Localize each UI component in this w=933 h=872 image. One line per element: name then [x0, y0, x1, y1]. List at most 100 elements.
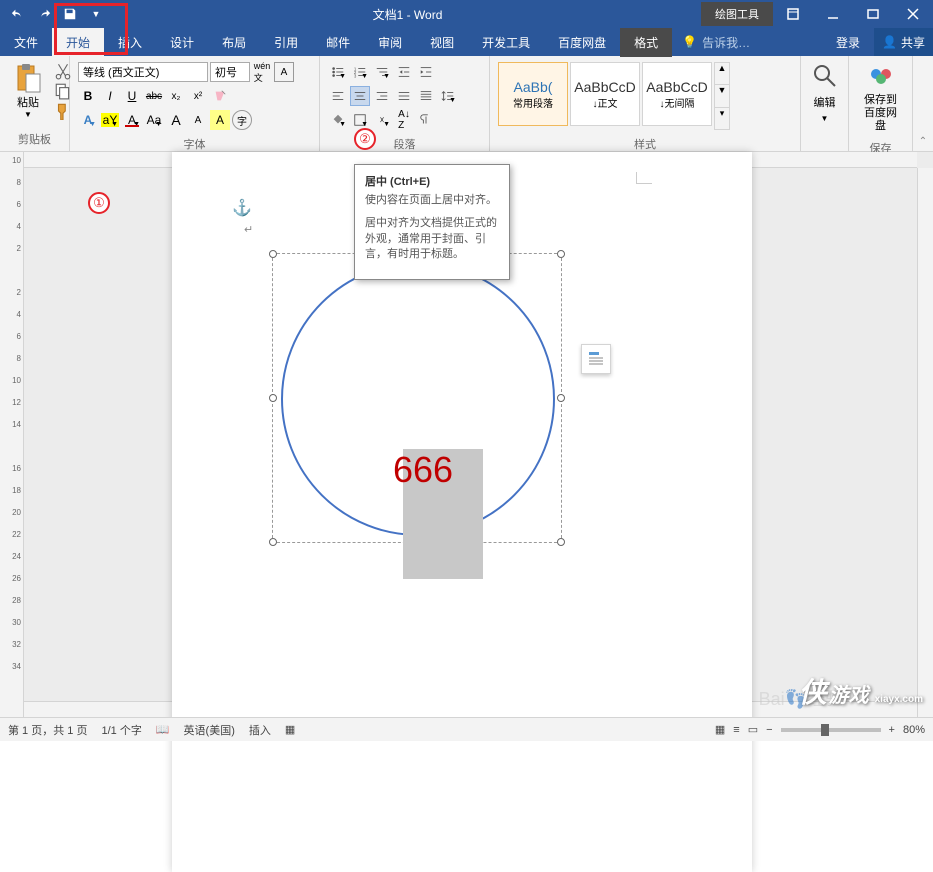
superscript-button[interactable]: x² [188, 86, 208, 106]
layout-options-icon [587, 350, 605, 368]
subscript-button[interactable]: x₂ [166, 86, 186, 106]
zoom-in-button[interactable]: + [889, 724, 895, 736]
shrink-font-button[interactable]: A [188, 110, 208, 130]
increase-indent-button[interactable] [416, 62, 436, 82]
resize-handle-e[interactable] [557, 394, 565, 402]
change-case-button[interactable]: A [210, 110, 230, 130]
layout-options-button[interactable] [581, 344, 611, 374]
view-read-button[interactable]: ▦ [715, 723, 725, 736]
tab-developer[interactable]: 开发工具 [468, 28, 544, 57]
grow-font-button[interactable]: A [166, 110, 186, 130]
asian-layout-button[interactable]: ☓▼ [372, 110, 392, 130]
borders-button[interactable]: ▼ [350, 110, 370, 130]
status-page[interactable]: 第 1 页，共 1 页 [8, 722, 87, 738]
tab-baidu[interactable]: 百度网盘 [544, 28, 620, 57]
font-size-select[interactable] [210, 62, 250, 82]
tab-insert[interactable]: 插入 [104, 28, 156, 57]
align-center-button[interactable] [350, 86, 370, 106]
view-web-button[interactable]: ▭ [748, 723, 758, 736]
resize-handle-ne[interactable] [557, 250, 565, 258]
tab-file[interactable]: 文件 [0, 28, 52, 57]
resize-handle-sw[interactable] [269, 538, 277, 546]
style-expand[interactable]: ▾ [715, 107, 729, 129]
underline-button[interactable]: U [122, 86, 142, 106]
strikethrough-button[interactable]: abc [144, 86, 164, 106]
bullets-button[interactable]: ▼ [328, 62, 348, 82]
shape-selection[interactable]: 666 [272, 253, 562, 543]
style-item-nospacing[interactable]: AaBbCcD ↓无间隔 [642, 62, 712, 126]
font-color-button[interactable]: A▼ [122, 110, 142, 130]
tab-layout[interactable]: 布局 [208, 28, 260, 57]
status-spellcheck-icon[interactable]: 📖 [156, 723, 170, 736]
find-button[interactable]: 编辑 ▼ [803, 58, 847, 127]
save-baidu-button[interactable]: 保存到 百度网盘 [853, 58, 908, 138]
zoom-slider[interactable] [781, 728, 881, 732]
status-language[interactable]: 英语(美国) [184, 722, 235, 738]
style-item-body[interactable]: AaBbCcD ↓正文 [570, 62, 640, 126]
style-scroll-up[interactable]: ▲ [715, 63, 729, 84]
tab-format[interactable]: 格式 [620, 28, 672, 57]
undo-button[interactable] [6, 2, 30, 26]
char-border-button[interactable]: A [274, 62, 294, 82]
tab-view[interactable]: 视图 [416, 28, 468, 57]
share-button[interactable]: 👤共享 [874, 28, 933, 56]
multilevel-list-button[interactable]: ▼ [372, 62, 392, 82]
paragraph-group: ▼ 123▼ ▼ ▼ ▼ ▼ ☓▼ A↓Z 段落 [320, 56, 490, 151]
login-button[interactable]: 登录 [822, 28, 874, 57]
tab-mailings[interactable]: 邮件 [312, 28, 364, 57]
clear-formatting-button[interactable] [210, 86, 230, 106]
numbering-button[interactable]: 123▼ [350, 62, 370, 82]
anchor-icon[interactable]: ⚓ [232, 198, 252, 218]
status-words[interactable]: 1/1 个字 [101, 722, 141, 738]
minimize-button[interactable] [813, 0, 853, 28]
status-bar: 第 1 页，共 1 页 1/1 个字 📖 英语(美国) 插入 ▦ ▦ ≡ ▭ −… [0, 717, 933, 741]
resize-handle-w[interactable] [269, 394, 277, 402]
char-shading-button[interactable]: Aa▼ [144, 110, 164, 130]
tab-review[interactable]: 审阅 [364, 28, 416, 57]
justify-button[interactable] [394, 86, 414, 106]
tell-me-search[interactable]: 💡告诉我… [672, 34, 760, 51]
close-button[interactable] [893, 0, 933, 28]
show-marks-button[interactable] [416, 110, 436, 130]
save-button[interactable] [58, 2, 82, 26]
align-left-button[interactable] [328, 86, 348, 106]
enclose-char-button[interactable]: 字 [232, 110, 252, 130]
line-spacing-button[interactable]: ▼ [438, 86, 458, 106]
tab-design[interactable]: 设计 [156, 28, 208, 57]
sort-button[interactable]: A↓Z [394, 110, 414, 130]
zoom-out-button[interactable]: − [766, 724, 772, 736]
distribute-button[interactable] [416, 86, 436, 106]
text-effects-button[interactable]: A▼ [78, 110, 98, 130]
font-name-select[interactable] [78, 62, 208, 82]
style-scroll-down[interactable]: ▼ [715, 84, 729, 106]
cloud-save-icon [867, 62, 895, 90]
tab-home[interactable]: 开始 [52, 28, 104, 57]
zoom-level[interactable]: 80% [903, 724, 925, 736]
paste-icon [12, 62, 44, 94]
style-gallery[interactable]: AaBb( 常用段落 AaBbCcD ↓正文 AaBbCcD ↓无间隔 ▲ ▼ … [498, 62, 730, 130]
style-item-normal[interactable]: AaBb( 常用段落 [498, 62, 568, 126]
view-print-button[interactable]: ≡ [733, 724, 739, 736]
status-mode[interactable]: 插入 [249, 722, 271, 738]
paragraph-mark: ↵ [244, 223, 253, 236]
tab-references[interactable]: 引用 [260, 28, 312, 57]
ribbon-display-button[interactable] [773, 0, 813, 28]
paste-button[interactable]: 粘贴 ▼ [4, 58, 52, 123]
align-right-button[interactable] [372, 86, 392, 106]
bold-button[interactable]: B [78, 86, 98, 106]
vertical-ruler[interactable]: 108642246810121416182022242628303234 [0, 152, 24, 717]
redo-button[interactable] [32, 2, 56, 26]
maximize-button[interactable] [853, 0, 893, 28]
highlight-button[interactable]: aY▼ [100, 110, 120, 130]
decrease-indent-button[interactable] [394, 62, 414, 82]
resize-handle-nw[interactable] [269, 250, 277, 258]
resize-handle-se[interactable] [557, 538, 565, 546]
shading-button[interactable]: ▼ [328, 110, 348, 130]
vertical-scrollbar[interactable] [917, 168, 933, 717]
collapse-ribbon-button[interactable]: ⌃ [913, 56, 933, 151]
qat-customize[interactable]: ▼ [84, 2, 108, 26]
phonetic-guide-button[interactable]: wén文 [252, 62, 272, 82]
status-macro-icon[interactable]: ▦ [285, 723, 295, 736]
shape-text[interactable]: 666 [393, 449, 453, 491]
italic-button[interactable]: I [100, 86, 120, 106]
